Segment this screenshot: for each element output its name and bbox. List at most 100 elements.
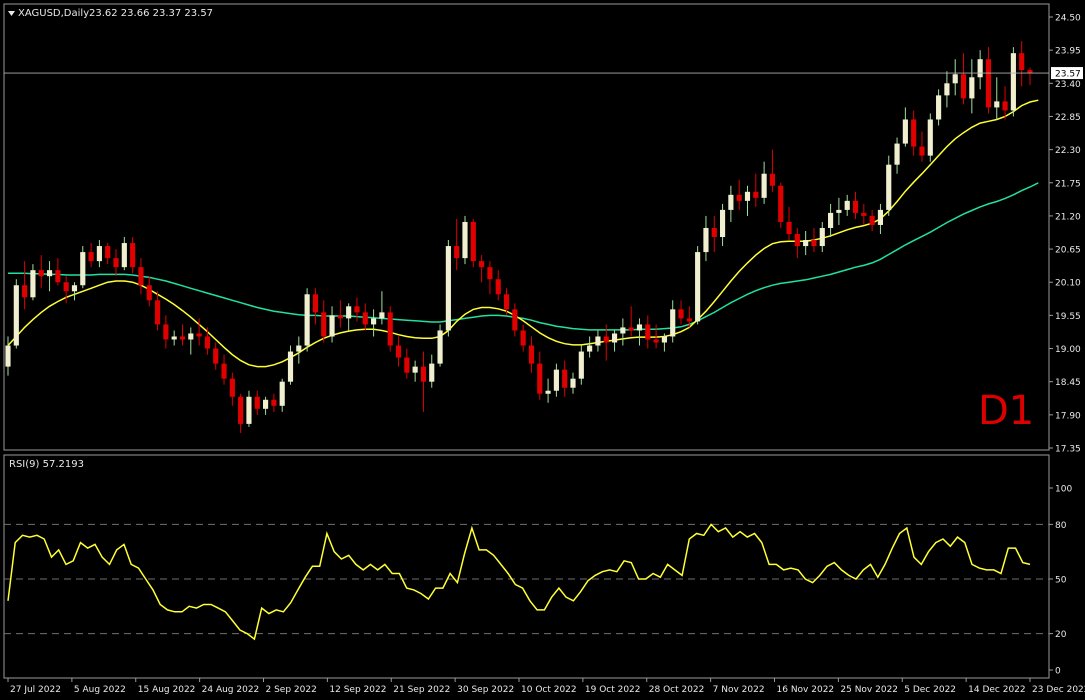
candle-body	[146, 285, 152, 301]
candle	[886, 155, 892, 216]
candle-body	[13, 285, 19, 346]
candle-body	[246, 396, 252, 424]
candle-body	[263, 399, 269, 409]
price-tick-label: 20.65	[1055, 246, 1081, 256]
candle-body	[346, 306, 352, 319]
candle-body	[71, 285, 78, 292]
candle-body	[279, 381, 285, 406]
candle	[695, 246, 701, 325]
candle-body	[362, 312, 368, 325]
candle-body	[728, 194, 734, 210]
rsi-pane[interactable]	[3, 454, 1050, 679]
candle-body	[711, 227, 717, 238]
candle-body	[38, 270, 44, 277]
candle-body	[179, 336, 186, 340]
candle-body	[645, 324, 651, 340]
candle-body	[786, 221, 792, 235]
candle-body	[744, 191, 751, 201]
candle-body	[628, 327, 634, 331]
candle-body	[902, 119, 908, 144]
candle-body	[304, 294, 310, 346]
trading-chart-window: 23.57 24.50 23.95 23.40 22.85 22.30 21.75 21.2…	[0, 0, 1085, 700]
rsi-tick-label: 100	[1055, 485, 1072, 495]
candle-body	[321, 312, 327, 337]
rsi-tick-label: 80	[1055, 521, 1067, 531]
date-tick-label: 19 Oct 2022	[585, 685, 641, 695]
candle-body	[736, 194, 742, 201]
candle-body	[445, 246, 451, 331]
candle-body	[611, 333, 618, 343]
candle-body	[1010, 53, 1016, 111]
price-tick-label: 22.30	[1055, 146, 1081, 156]
price-tick-label: 23.40	[1055, 80, 1081, 90]
candle-body	[420, 366, 427, 382]
candle-body	[22, 285, 28, 298]
candle-body	[1019, 53, 1025, 71]
candle-body	[919, 146, 925, 156]
candle-body	[171, 336, 177, 340]
candle-body	[886, 164, 892, 210]
candle-body	[636, 324, 643, 331]
price-tick-label: 17.35	[1055, 445, 1081, 455]
candle-body	[977, 59, 983, 78]
candle-body	[661, 336, 667, 343]
candle-body	[719, 209, 726, 238]
candle-body	[312, 294, 319, 313]
candle-body	[1027, 70, 1033, 74]
date-tick-label: 5 Dec 2022	[904, 685, 956, 695]
candle-body	[1002, 101, 1008, 111]
date-tick-label: 16 Nov 2022	[777, 685, 835, 695]
current-price-label: 23.57	[1055, 70, 1081, 80]
date-tick-label: 27 Jul 2022	[10, 685, 61, 695]
date-tick-label: 12 Sep 2022	[329, 685, 386, 695]
candle-body	[528, 345, 535, 364]
rsi-tick-label: 0	[1055, 667, 1061, 677]
price-tick-label: 21.75	[1055, 179, 1081, 189]
candle-body	[238, 396, 244, 424]
timeframe-watermark: D1	[978, 388, 1034, 434]
candle-body	[429, 363, 435, 382]
candle-body	[960, 74, 967, 99]
candle-body	[894, 143, 900, 165]
candle-body	[404, 357, 410, 373]
symbol-label: XAGUSD,Daily	[18, 8, 89, 19]
candle-body	[296, 345, 302, 352]
candle	[445, 240, 451, 337]
candle-body	[371, 318, 377, 325]
candle-body	[811, 240, 817, 247]
price-tick-label: 23.95	[1055, 47, 1081, 57]
ohlc-label: 23.62 23.66 23.37 23.57	[89, 8, 213, 19]
candle-body	[462, 221, 468, 259]
date-tick-label: 24 Aug 2022	[202, 685, 260, 695]
candle-body	[877, 209, 884, 225]
candle-body	[454, 246, 460, 259]
candle-body	[952, 74, 958, 84]
candle-body	[55, 270, 61, 283]
price-tick-label: 21.20	[1055, 212, 1081, 222]
candle-body	[695, 252, 701, 322]
candle	[462, 215, 468, 265]
date-tick-label: 14 Dec 2022	[968, 685, 1026, 695]
candle-body	[88, 252, 94, 262]
chart-canvas[interactable]: 23.57 24.50 23.95 23.40 22.85 22.30 21.75 21.2…	[0, 0, 1085, 700]
candle-body	[46, 270, 53, 277]
candle-body	[229, 378, 235, 397]
date-tick-label: 30 Sep 2022	[457, 685, 514, 695]
candle-body	[379, 312, 385, 319]
candle-body	[753, 191, 759, 198]
rsi-tick-label: 50	[1055, 576, 1067, 586]
rsi-axis: 100 80 50 20 0	[1049, 485, 1072, 677]
price-pane[interactable]	[3, 3, 1050, 451]
date-tick-label: 21 Sep 2022	[393, 685, 450, 695]
price-tick-label: 22.85	[1055, 113, 1081, 123]
candle-body	[495, 279, 501, 295]
date-tick-label: 10 Oct 2022	[521, 685, 577, 695]
price-tick-label: 17.90	[1055, 411, 1081, 421]
candle-body	[337, 315, 343, 319]
candle-body	[678, 309, 684, 319]
candle	[304, 288, 310, 352]
candle-body	[620, 327, 626, 334]
candle-body	[287, 351, 294, 382]
candle-body	[578, 351, 584, 379]
candle-body	[844, 200, 850, 210]
